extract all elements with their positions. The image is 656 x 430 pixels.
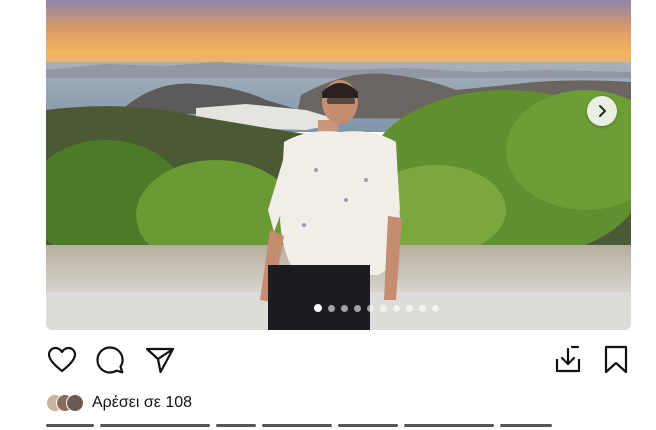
likes-summary[interactable]: Αρέσει σε 108 (46, 392, 192, 414)
comment-button[interactable] (94, 344, 126, 376)
save-button[interactable] (600, 344, 632, 376)
download-icon (555, 345, 581, 373)
carousel-dot (341, 304, 348, 312)
heart-icon (47, 346, 77, 373)
download-button[interactable] (552, 344, 584, 376)
carousel-dot-active (314, 304, 322, 312)
carousel-indicator (314, 303, 439, 313)
sunset-portrait-photo (46, 0, 631, 330)
carousel-dot (354, 304, 361, 312)
chevron-right-icon (599, 105, 606, 117)
carousel-dot (419, 304, 426, 312)
likes-count-text: Αρέσει σε 108 (92, 394, 193, 411)
post-photo[interactable] (46, 0, 631, 330)
next-photo-button[interactable] (587, 96, 617, 126)
share-button[interactable] (144, 344, 176, 376)
liker-avatars (46, 394, 86, 412)
bookmark-icon (604, 345, 628, 374)
carousel-dot (393, 304, 400, 312)
carousel-dot (328, 304, 335, 312)
post-action-bar (46, 344, 631, 378)
like-button[interactable] (46, 344, 78, 376)
comment-icon (96, 346, 124, 374)
avatar (66, 394, 84, 412)
carousel-dot (406, 304, 413, 312)
send-icon (145, 347, 175, 374)
carousel-dot (380, 304, 387, 312)
carousel-dot (367, 304, 374, 312)
carousel-dot (432, 304, 439, 312)
caption-cutoff (46, 424, 576, 430)
